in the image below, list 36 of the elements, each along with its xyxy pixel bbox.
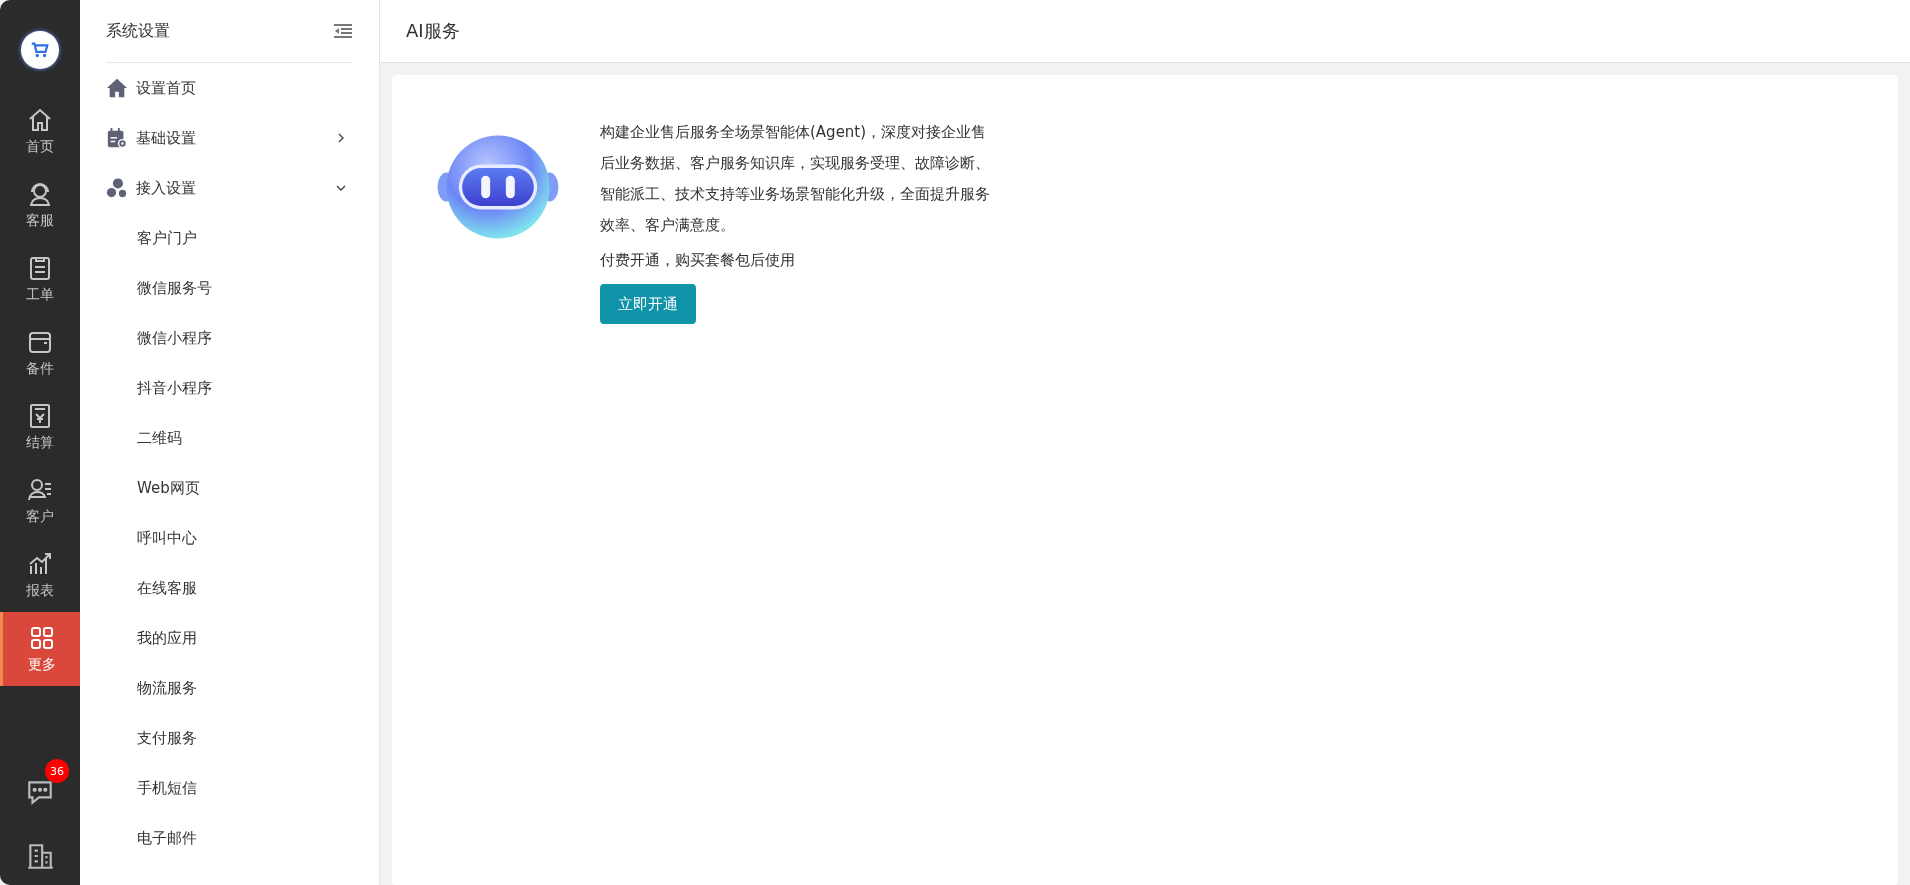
sidebar-group-item[interactable]: 接入设置 (106, 163, 353, 213)
nav-rail-item[interactable]: 更多 (0, 612, 80, 686)
nav-rail-item[interactable]: 报表 (0, 538, 80, 612)
nav-rail-item[interactable]: 客户 (0, 464, 80, 538)
sidebar-item[interactable]: 客户门户 (106, 213, 353, 263)
sidebar-item[interactable]: 我的应用 (106, 613, 353, 663)
house-icon (106, 77, 128, 99)
calendar-gear-icon (106, 127, 128, 149)
sidebar-item[interactable]: 呼叫中心 (106, 513, 353, 563)
nav-rail-item[interactable]: 备件 (0, 316, 80, 390)
sidebar-item[interactable]: 支付服务 (106, 713, 353, 763)
activate-button[interactable]: 立即开通 (600, 284, 696, 324)
description-text: 构建企业售后服务全场景智能体(Agent)，深度对接企业售后业务数据、客户服务知识库，实现服务受理、故障诊断、智能派工、技术支持等业务场景智能化升级，全面提升服务效率、客户满意度。 (600, 122, 990, 236)
nav-rail-item[interactable]: 工单 (0, 242, 80, 316)
sidebar-group-item[interactable]: 基础设置 (106, 113, 353, 163)
nav-rail-item[interactable]: 客服 (0, 168, 80, 242)
page-title: AI服务 (406, 19, 460, 43)
sidebar-item[interactable]: 微信小程序 (106, 313, 353, 363)
nav-rail-item[interactable]: 首页 (0, 94, 80, 168)
sidebar-group-item[interactable]: 设置首页 (106, 63, 353, 113)
sidebar-item[interactable]: 在线客服 (106, 563, 353, 613)
circles-icon (106, 177, 128, 199)
sidebar-item[interactable]: 手机短信 (106, 763, 353, 813)
building-icon[interactable] (25, 841, 55, 871)
pricing-note: 付费开通，购买套餐包后使用 (600, 251, 796, 270)
cart-logo-icon (21, 31, 59, 69)
notification-badge: 36 (45, 759, 69, 783)
sidebar-item[interactable]: Web网页 (106, 463, 353, 513)
sidebar-item[interactable]: 二维码 (106, 413, 353, 463)
sidebar-item[interactable]: 物流服务 (106, 663, 353, 713)
sidebar-item[interactable]: 微信服务号 (106, 263, 353, 313)
sidebar-title: 系统设置 (106, 20, 170, 42)
nav-rail-item[interactable]: 结算 (0, 390, 80, 464)
sidebar-item[interactable]: 抖音小程序 (106, 363, 353, 413)
collapse-menu-icon[interactable] (333, 23, 353, 39)
sidebar-item[interactable]: 电子邮件 (106, 813, 353, 863)
